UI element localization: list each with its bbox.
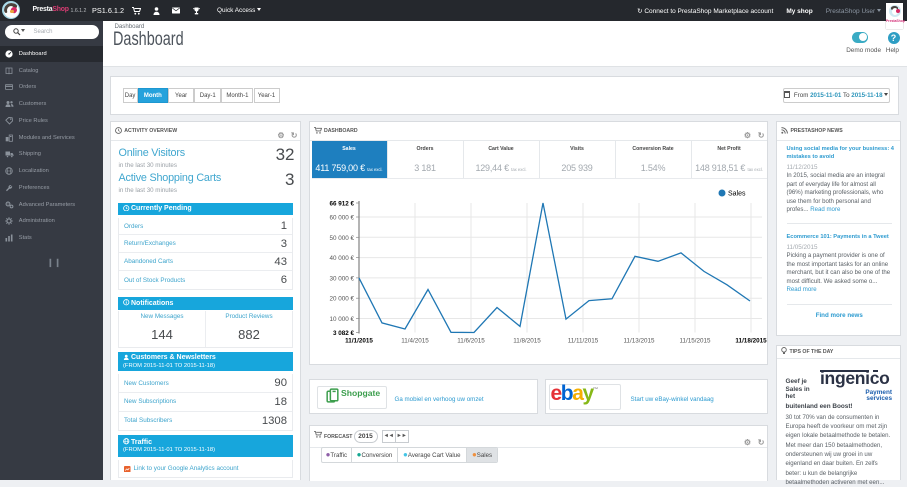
svg-text:66 912 €: 66 912 €: [329, 201, 354, 208]
svg-text:11/15/2015: 11/15/2015: [679, 338, 711, 345]
svg-text:10 000 €: 10 000 €: [329, 316, 354, 323]
svg-text:11/4/2015: 11/4/2015: [401, 338, 429, 345]
svg-text:3 082 €: 3 082 €: [332, 330, 354, 337]
svg-text:60 000 €: 60 000 €: [329, 215, 354, 222]
svg-text:40 000 €: 40 000 €: [329, 255, 354, 262]
svg-text:11/6/2015: 11/6/2015: [457, 338, 485, 345]
svg-text:20 000 €: 20 000 €: [329, 296, 354, 303]
svg-text:11/8/2015: 11/8/2015: [513, 338, 541, 345]
svg-text:50 000 €: 50 000 €: [329, 235, 354, 242]
svg-text:30 000 €: 30 000 €: [329, 275, 354, 282]
svg-text:11/11/2015: 11/11/2015: [567, 338, 598, 345]
svg-text:11/18/2015: 11/18/2015: [735, 338, 767, 345]
svg-text:11/1/2015: 11/1/2015: [345, 338, 373, 345]
svg-text:11/13/2015: 11/13/2015: [623, 338, 655, 345]
svg-text:Sales: Sales: [728, 191, 746, 198]
